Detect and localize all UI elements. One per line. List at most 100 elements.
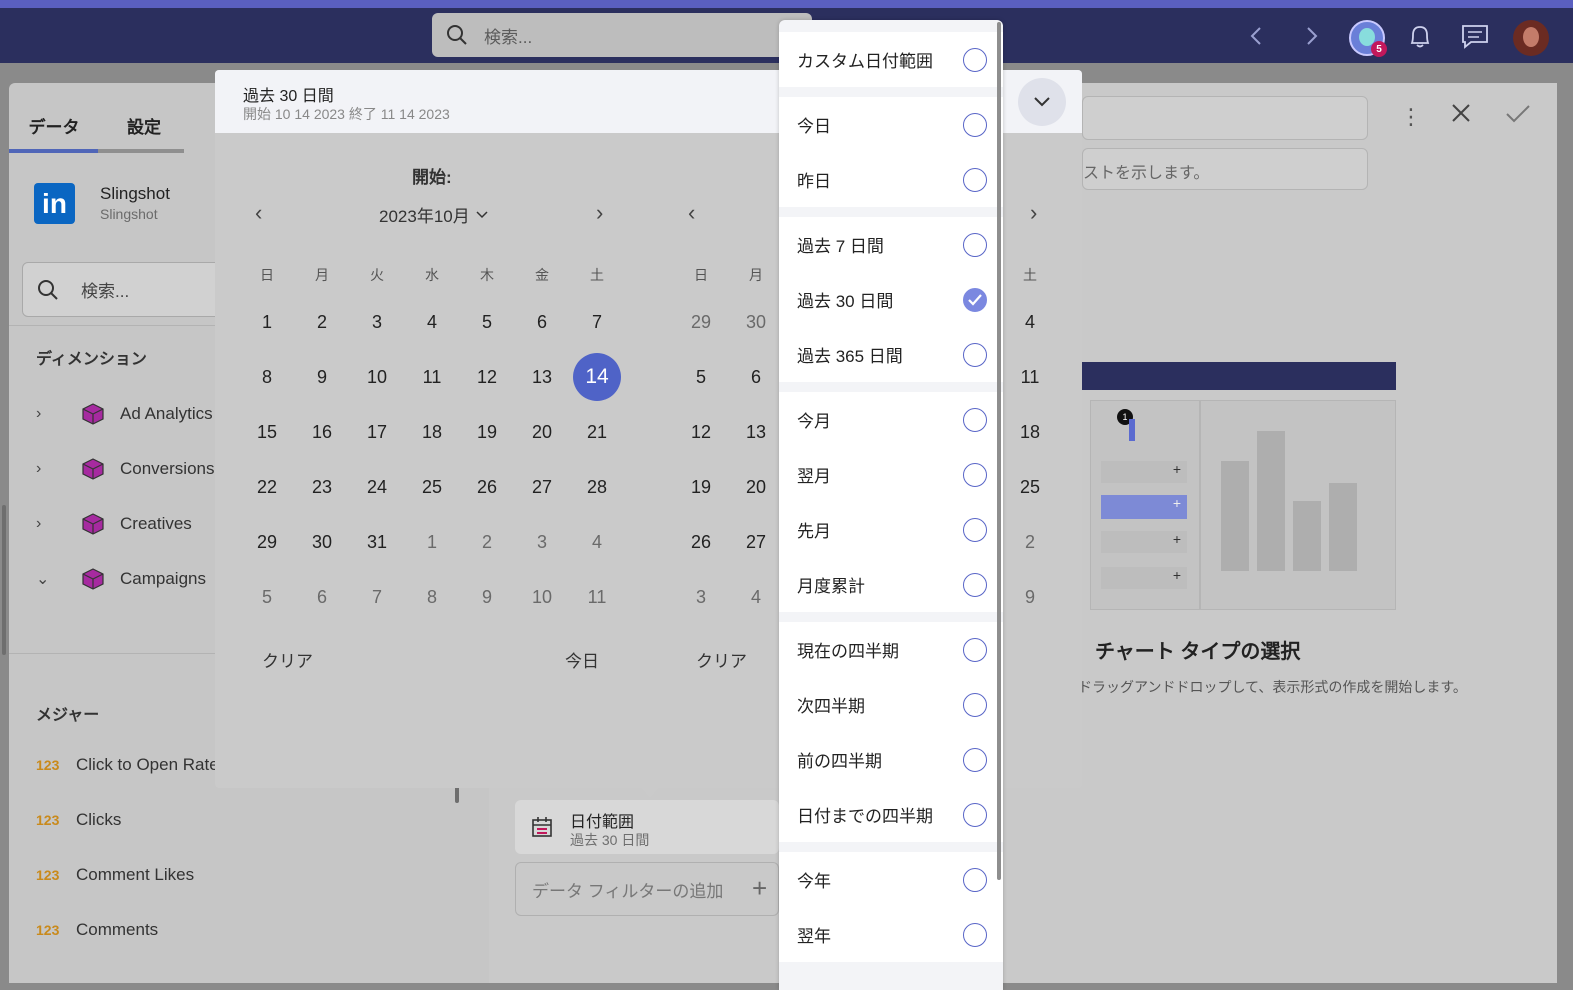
radio-icon[interactable] (963, 692, 987, 717)
calendar-day[interactable]: 11 (412, 357, 452, 397)
measure-item[interactable]: 123 Comments (36, 915, 158, 945)
profile-avatar[interactable] (1513, 20, 1549, 56)
next-month-icon[interactable]: › (1030, 200, 1037, 226)
prev-month-icon[interactable]: ‹ (255, 200, 262, 226)
radio-icon[interactable] (963, 112, 987, 137)
calendar-day[interactable]: 7 (357, 577, 397, 617)
calendar-day[interactable]: 10 (357, 357, 397, 397)
bell-icon[interactable] (1406, 22, 1434, 50)
forward-arrow-icon[interactable] (1298, 22, 1326, 50)
date-range-filter[interactable]: 日付範囲 過去 30 日間 (515, 800, 779, 854)
radio-icon[interactable] (963, 747, 987, 772)
calendar-day[interactable]: 30 (302, 522, 342, 562)
calendar-day[interactable]: 18 (412, 412, 452, 452)
calendar-day[interactable]: 27 (736, 522, 776, 562)
more-options-icon[interactable]: ⋮ (1400, 104, 1422, 130)
month-selector[interactable]: 2023年10月 (379, 202, 488, 227)
chevron-down-icon[interactable]: ⌄ (36, 569, 66, 589)
preset-option[interactable]: 昨日 (779, 152, 1003, 207)
calendar-day[interactable]: 4 (412, 302, 452, 342)
preset-option[interactable]: 現在の四半期 (779, 622, 1003, 677)
calendar-day[interactable]: 23 (302, 467, 342, 507)
title-input[interactable] (1082, 96, 1368, 140)
radio-icon[interactable] (963, 637, 987, 662)
calendar-day[interactable]: 4 (1010, 302, 1050, 342)
calendar-day[interactable]: 17 (357, 412, 397, 452)
calendar-day[interactable]: 15 (247, 412, 287, 452)
calendar-day[interactable]: 25 (412, 467, 452, 507)
preset-option[interactable]: カスタム日付範囲 (779, 32, 1003, 87)
calendar-day[interactable]: 8 (412, 577, 452, 617)
calendar-day[interactable]: 16 (302, 412, 342, 452)
measure-item[interactable]: 123 Comment Likes (36, 860, 194, 890)
field-search-input[interactable]: 検索... (22, 262, 222, 317)
calendar-day[interactable]: 29 (247, 522, 287, 562)
dimension-conversions[interactable]: › Conversions (36, 454, 215, 484)
calendar-day[interactable]: 9 (1010, 577, 1050, 617)
prev-month-icon[interactable]: ‹ (688, 200, 695, 226)
description-input[interactable]: ストを示します。 (1082, 148, 1368, 190)
clear-button[interactable]: クリア (262, 647, 313, 672)
list-scrollbar[interactable] (997, 22, 1001, 880)
dimension-ad-analytics[interactable]: › Ad Analytics (36, 399, 213, 429)
calendar-day[interactable]: 6 (302, 577, 342, 617)
radio-icon[interactable] (963, 342, 987, 367)
calendar-day[interactable]: 3 (681, 577, 721, 617)
calendar-day[interactable]: 2 (302, 302, 342, 342)
radio-icon[interactable] (963, 167, 987, 192)
scrollbar-thumb[interactable] (2, 505, 6, 655)
preset-option[interactable]: 今月 (779, 392, 1003, 447)
chevron-right-icon[interactable]: › (36, 405, 66, 423)
radio-icon[interactable] (963, 867, 987, 892)
calendar-day[interactable]: 1 (247, 302, 287, 342)
calendar-day[interactable]: 13 (522, 357, 562, 397)
calendar-day[interactable]: 4 (577, 522, 617, 562)
calendar-day[interactable]: 20 (736, 467, 776, 507)
calendar-day[interactable]: 9 (302, 357, 342, 397)
confirm-check-icon[interactable] (1505, 104, 1531, 130)
chevron-right-icon[interactable]: › (36, 460, 66, 478)
calendar-day[interactable]: 6 (736, 357, 776, 397)
calendar-day[interactable]: 26 (681, 522, 721, 562)
preset-option[interactable]: 翌月 (779, 447, 1003, 502)
preset-option[interactable]: 日付までの四半期 (779, 787, 1003, 842)
global-search-input[interactable]: 検索... (432, 13, 812, 57)
calendar-day[interactable]: 7 (577, 302, 617, 342)
calendar-day[interactable]: 25 (1010, 467, 1050, 507)
dimension-campaigns[interactable]: ⌄ Campaigns (36, 564, 206, 594)
radio-icon[interactable] (963, 232, 987, 257)
calendar-day[interactable]: 5 (247, 577, 287, 617)
radio-icon[interactable] (963, 517, 987, 542)
measure-item[interactable]: 123 Click to Open Rate (36, 750, 219, 780)
range-dropdown-toggle[interactable] (1018, 78, 1066, 126)
chevron-right-icon[interactable]: › (36, 515, 66, 533)
calendar-day[interactable]: 8 (247, 357, 287, 397)
calendar-day[interactable]: 19 (681, 467, 721, 507)
calendar-day[interactable]: 4 (736, 577, 776, 617)
close-icon[interactable] (1450, 102, 1472, 130)
back-arrow-icon[interactable] (1242, 22, 1270, 50)
calendar-day[interactable]: 22 (247, 467, 287, 507)
radio-icon[interactable] (963, 407, 987, 432)
calendar-day[interactable]: 6 (522, 302, 562, 342)
calendar-day[interactable]: 11 (577, 577, 617, 617)
calendar-day[interactable]: 31 (357, 522, 397, 562)
calendar-day[interactable]: 20 (522, 412, 562, 452)
radio-icon[interactable] (963, 802, 987, 827)
calendar-day[interactable]: 21 (577, 412, 617, 452)
calendar-day[interactable]: 12 (467, 357, 507, 397)
calendar-day[interactable]: 18 (1010, 412, 1050, 452)
calendar-day[interactable]: 5 (467, 302, 507, 342)
radio-icon[interactable] (963, 47, 987, 72)
tab-settings[interactable]: 設定 (99, 100, 189, 150)
radio-checked-icon[interactable] (963, 287, 987, 312)
calendar-day[interactable]: 2 (1010, 522, 1050, 562)
radio-icon[interactable] (963, 922, 987, 947)
calendar-day[interactable]: 28 (577, 467, 617, 507)
preset-option[interactable]: 翌年 (779, 907, 1003, 962)
calendar-day[interactable]: 30 (736, 302, 776, 342)
calendar-day[interactable]: 24 (357, 467, 397, 507)
tab-data[interactable]: データ (9, 100, 99, 150)
calendar-day[interactable]: 12 (681, 412, 721, 452)
calendar-day[interactable]: 11 (1010, 357, 1050, 397)
